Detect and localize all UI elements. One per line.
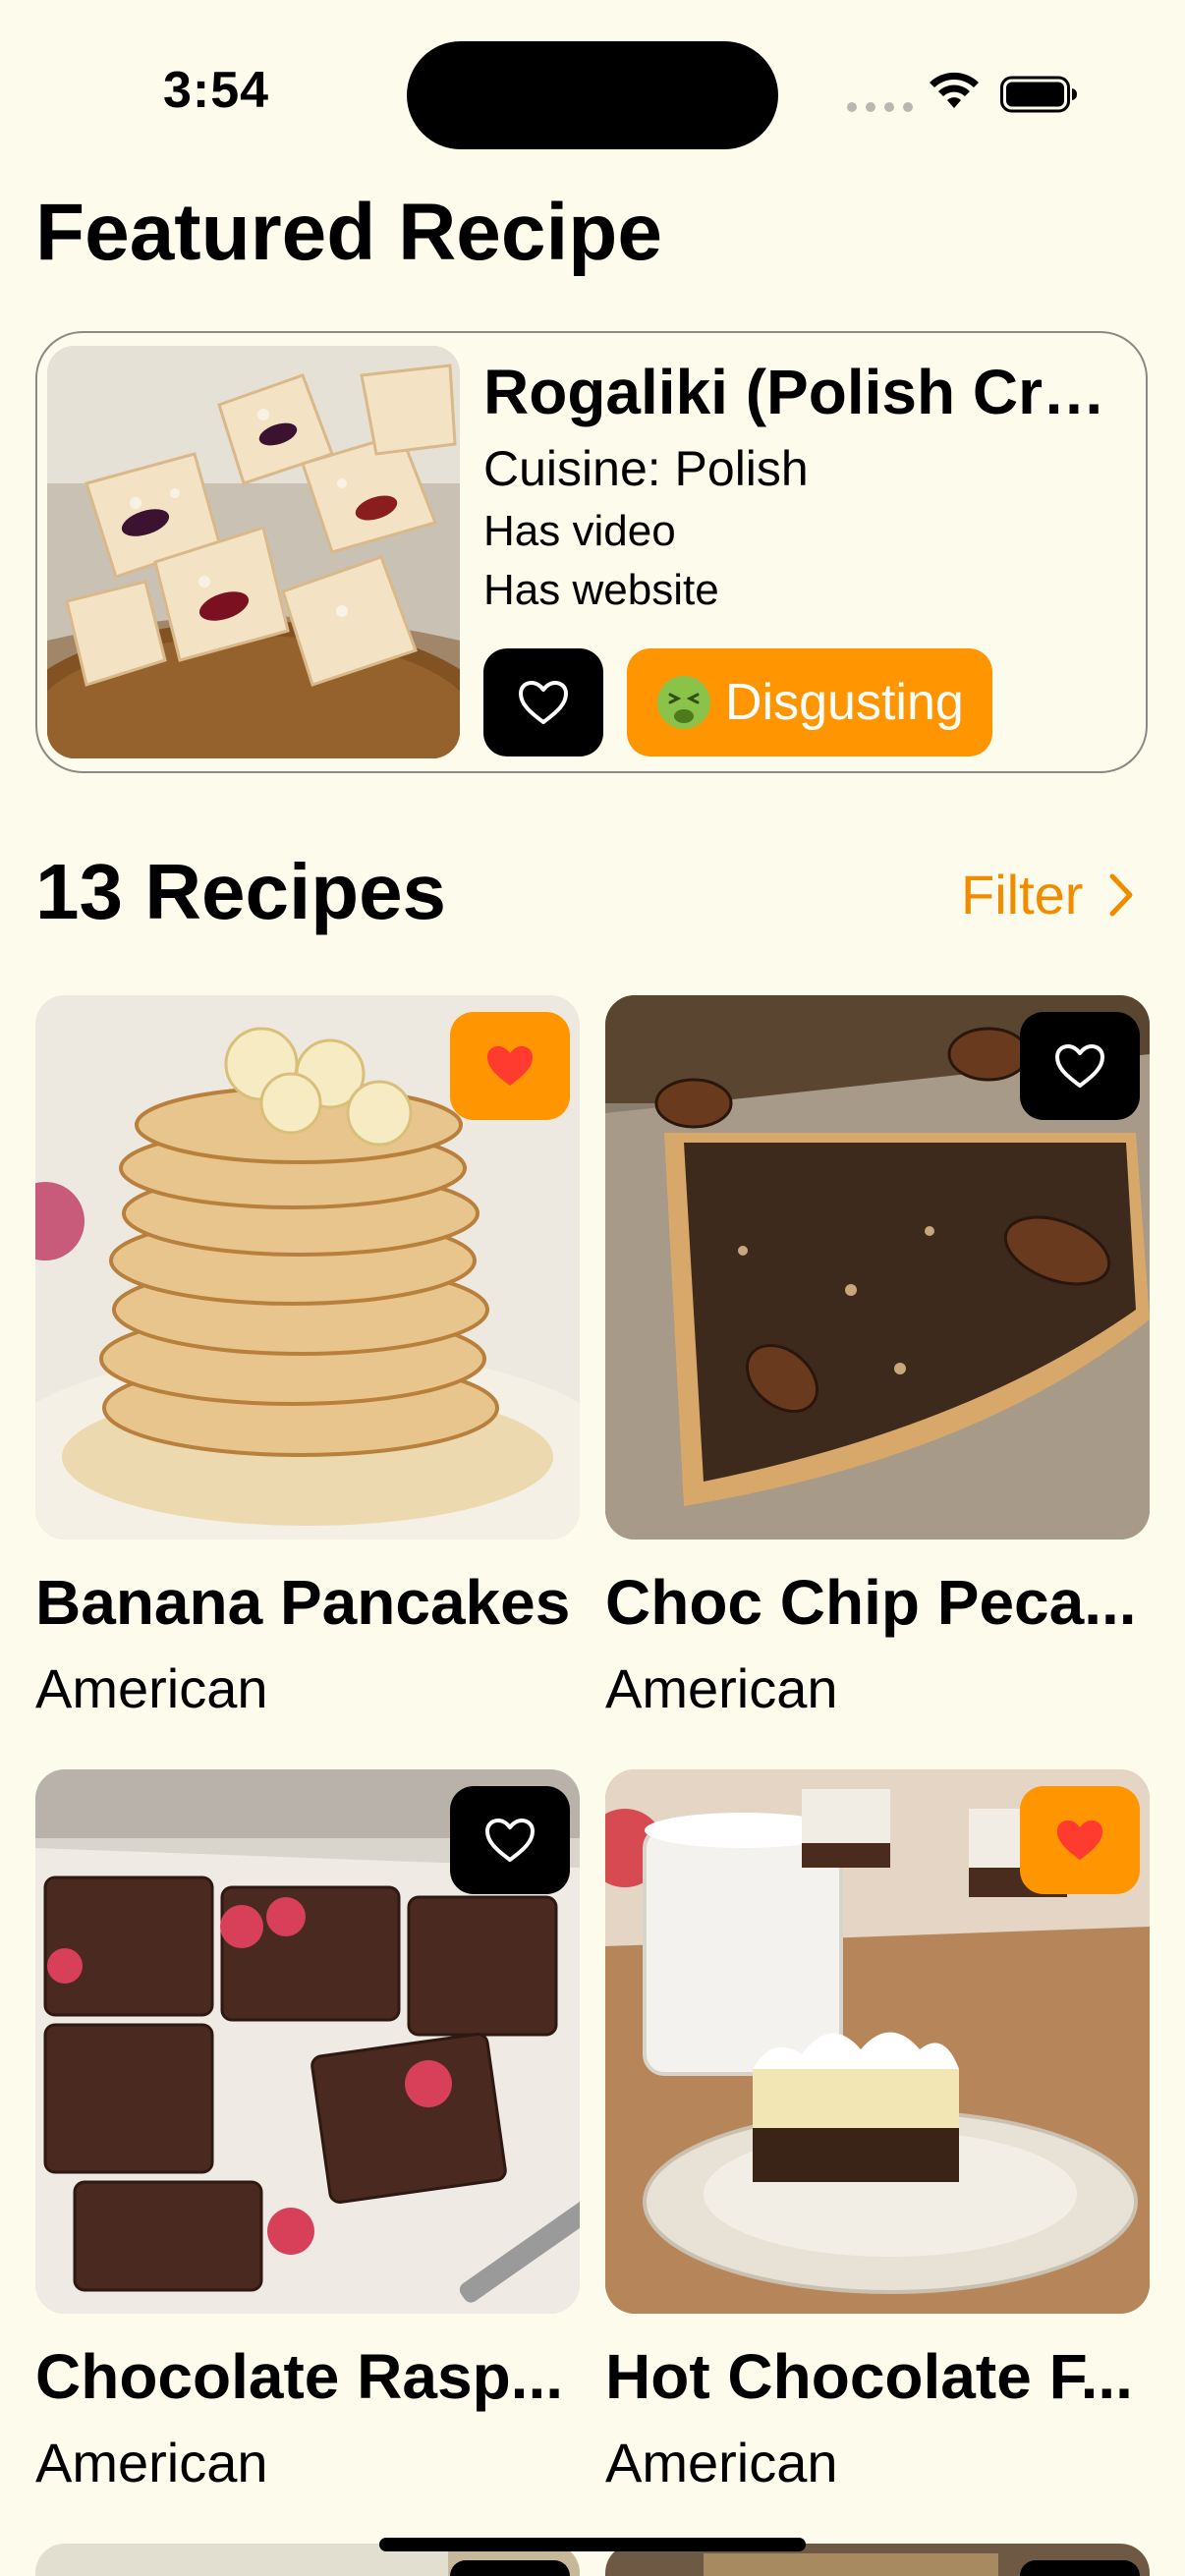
heart-filled-icon bbox=[487, 1046, 533, 1086]
favorite-button[interactable] bbox=[1020, 2560, 1140, 2576]
recipe-count-heading: 13 Recipes bbox=[35, 848, 447, 935]
favorite-button[interactable] bbox=[450, 1786, 570, 1894]
recipe-cuisine: American bbox=[605, 1657, 838, 1719]
recipe-cuisine: American bbox=[605, 2432, 838, 2493]
featured-favorite-button[interactable] bbox=[483, 648, 603, 756]
featured-recipe-title: Rogaliki (Polish Cro... bbox=[483, 357, 1132, 427]
nauseated-face-icon bbox=[657, 676, 710, 729]
heart-outline-icon bbox=[1055, 1044, 1104, 1088]
rating-button[interactable]: Disgusting bbox=[627, 648, 992, 756]
rating-label: Disgusting bbox=[725, 674, 964, 731]
recipe-cuisine: American bbox=[35, 1657, 268, 1719]
filter-label: Filter bbox=[961, 864, 1084, 925]
cellular-signal-icon bbox=[847, 102, 913, 112]
heart-outline-icon bbox=[485, 1819, 535, 1862]
heart-filled-icon bbox=[1057, 1820, 1102, 1860]
recipe-title: Banana Pancakes bbox=[35, 1567, 571, 1638]
featured-recipe-image bbox=[47, 346, 460, 758]
recipe-title: Chocolate Rasp... bbox=[35, 2341, 563, 2412]
battery-icon bbox=[1000, 76, 1077, 113]
favorite-button[interactable] bbox=[1020, 1012, 1140, 1120]
recipe-title: Hot Chocolate F... bbox=[605, 2341, 1133, 2412]
featured-recipe-cuisine: Cuisine: Polish bbox=[483, 441, 809, 496]
dynamic-island bbox=[407, 41, 778, 149]
featured-has-website: Has website bbox=[483, 566, 719, 614]
home-indicator[interactable] bbox=[379, 2538, 806, 2551]
filter-button[interactable]: Filter bbox=[961, 863, 1134, 926]
chevron-right-icon bbox=[1109, 873, 1133, 916]
recipe-cuisine: American bbox=[35, 2432, 268, 2493]
featured-heading: Featured Recipe bbox=[35, 188, 662, 277]
favorite-button[interactable] bbox=[1020, 1786, 1140, 1894]
heart-outline-icon bbox=[519, 681, 568, 724]
wifi-icon bbox=[930, 72, 979, 108]
status-time: 3:54 bbox=[162, 62, 270, 119]
favorite-button[interactable] bbox=[450, 2560, 570, 2576]
recipe-title: Choc Chip Peca... bbox=[605, 1567, 1137, 1638]
featured-has-video: Has video bbox=[483, 507, 676, 555]
favorite-button[interactable] bbox=[450, 1012, 570, 1120]
